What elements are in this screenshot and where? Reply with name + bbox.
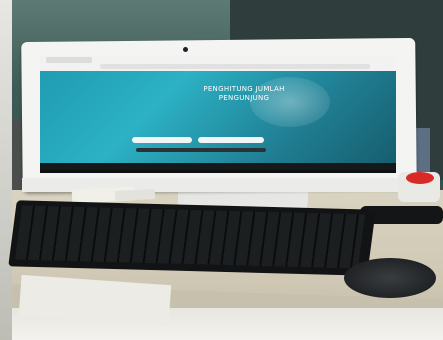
red-button-icon [406, 172, 434, 184]
windows-taskbar [40, 170, 396, 173]
page-title-line1: PENGHITUNG JUMLAH [203, 85, 285, 93]
keyboard-keys [14, 205, 366, 269]
page-title-line2: PENGUNJUNG [218, 94, 270, 102]
monitor-screen: PENGHITUNG JUMLAH PENGUNJUNG [40, 55, 396, 173]
submit-button[interactable] [136, 148, 266, 152]
browser-tab[interactable] [46, 57, 92, 63]
adjacent-photo-strip [0, 0, 12, 340]
webcam-icon [183, 47, 188, 52]
card-on-desk-2 [114, 188, 156, 202]
form-input-right[interactable] [198, 137, 264, 143]
address-bar[interactable] [100, 64, 370, 69]
form-input-left[interactable] [132, 137, 192, 143]
mouse [344, 258, 436, 298]
